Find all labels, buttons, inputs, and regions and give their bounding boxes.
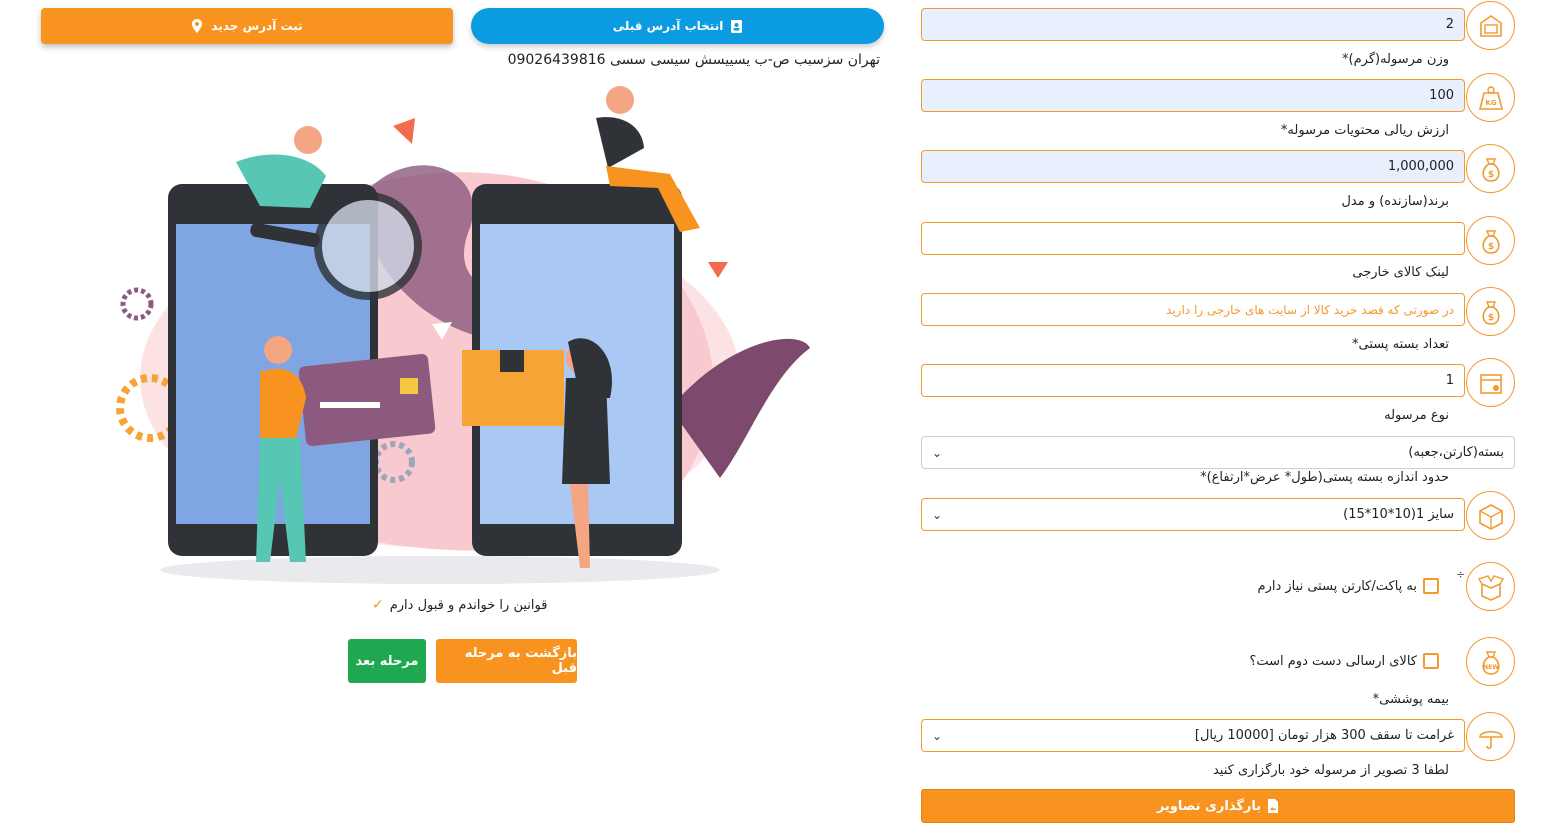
box-dimensions-icon: [1466, 491, 1515, 540]
type-label: نوع مرسوله: [1384, 408, 1449, 423]
open-box-icon: [1466, 562, 1515, 611]
brand-label: برند(سازنده) و مدل: [1341, 194, 1449, 209]
chevron-down-icon: ⌄: [932, 445, 943, 460]
need-box-checkbox[interactable]: [1423, 578, 1439, 594]
insurance-label: بیمه پوششی*: [1372, 692, 1449, 707]
quantity-value: 2: [1445, 17, 1454, 32]
money-bag-icon: $: [1466, 287, 1515, 336]
checkmark-icon: ✓: [372, 597, 384, 613]
foreign-link-field[interactable]: در صورتی که قصد خرید کالا از سایت های خا…: [921, 293, 1465, 326]
chevron-down-icon: ⌄: [932, 507, 943, 522]
package-size-selected: سایز 1(10*10*15): [1343, 507, 1454, 522]
value-field[interactable]: 1,000,000: [921, 150, 1465, 183]
package-type-select[interactable]: بسته(کارتن،جعبه) ⌄: [921, 436, 1515, 469]
weight-label: وزن مرسوله(گرم)*: [1342, 52, 1449, 67]
weight-kg-icon: KG: [1466, 73, 1515, 122]
package-size-select[interactable]: سایز 1(10*10*15) ⌄: [921, 498, 1465, 531]
package-icon: [1466, 358, 1515, 407]
terms-confirmation[interactable]: قوانین را خواندم و قبول دارم ✓: [372, 597, 547, 613]
need-box-label: به پاکت/کارتن پستی نیاز دارم: [1257, 578, 1417, 594]
need-box-option[interactable]: به پاکت/کارتن پستی نیاز دارم: [1258, 578, 1439, 594]
foreign-link-placeholder: در صورتی که قصد خرید کالا از سایت های خا…: [1166, 302, 1454, 317]
chevron-down-icon: ⌄: [932, 728, 943, 743]
contact-card-icon: [731, 19, 743, 33]
box-icon: [1466, 1, 1515, 50]
packages-value: 1: [1445, 373, 1454, 388]
svg-text:$: $: [1487, 313, 1493, 323]
quantity-field[interactable]: 2: [921, 8, 1465, 41]
value-label: ارزش ریالی محتویات مرسوله*: [1280, 123, 1449, 138]
link-label: لینک کالای خارجی: [1352, 265, 1449, 280]
insurance-select[interactable]: غرامت تا سقف 300 هزار تومان [10000 ریال]…: [921, 719, 1465, 752]
upload-images-label: بارگذاری تصاویر: [1156, 798, 1262, 814]
second-hand-label: کالای ارسالی دست دوم است؟: [1249, 653, 1417, 669]
money-bag-icon: $: [1466, 144, 1515, 193]
money-bag-icon: $: [1466, 216, 1515, 265]
location-pin-icon: [192, 19, 203, 33]
terms-label: قوانین را خواندم و قبول دارم: [389, 597, 548, 613]
select-previous-address-label: انتخاب آدرس قبلی: [612, 19, 724, 33]
next-button[interactable]: مرحله بعد: [348, 639, 426, 683]
umbrella-icon: [1466, 712, 1515, 761]
svg-text:$: $: [1487, 170, 1493, 180]
packages-field[interactable]: 1: [921, 364, 1465, 397]
insurance-selected: غرامت تا سقف 300 هزار تومان [10000 ریال]: [1194, 728, 1454, 743]
new-address-button[interactable]: ثبت آدرس جدید: [41, 8, 453, 44]
package-type-selected: بسته(کارتن،جعبه): [1408, 445, 1504, 460]
upload-images-button[interactable]: بارگذاری تصاویر: [921, 789, 1515, 823]
weight-value: 100: [1429, 88, 1454, 103]
new-bag-icon: NEW: [1466, 637, 1515, 686]
second-hand-checkbox[interactable]: [1423, 653, 1439, 669]
packages-label: تعداد بسته پستی*: [1352, 337, 1449, 352]
delivery-illustration: [116, 86, 810, 584]
selected-address: تهران سزسبب ص-ب یسییسش سیسی سسی 09026439…: [507, 52, 880, 68]
select-previous-address-button[interactable]: انتخاب آدرس قبلی: [471, 8, 884, 44]
weight-field[interactable]: 100: [921, 79, 1465, 112]
size-label: حدود اندازه بسته پستی(طول* عرض*ارتفاع)*: [1200, 470, 1449, 485]
svg-text:NEW: NEW: [1483, 664, 1499, 671]
second-hand-option[interactable]: کالای ارسالی دست دوم است؟: [1249, 653, 1439, 669]
new-address-label: ثبت آدرس جدید: [211, 19, 303, 33]
value-value: 1,000,000: [1387, 159, 1454, 174]
svg-text:$: $: [1487, 242, 1493, 252]
image-file-icon: [1268, 799, 1279, 813]
plus-mark: ÷: [1456, 568, 1466, 581]
brand-field[interactable]: [921, 222, 1465, 255]
svg-text:KG: KG: [1485, 99, 1496, 107]
upload-hint: لطفا 3 تصویر از مرسوله خود بارگزاری کنید: [1212, 763, 1449, 778]
back-button[interactable]: بازگشت به مرحله قبل: [436, 639, 577, 683]
